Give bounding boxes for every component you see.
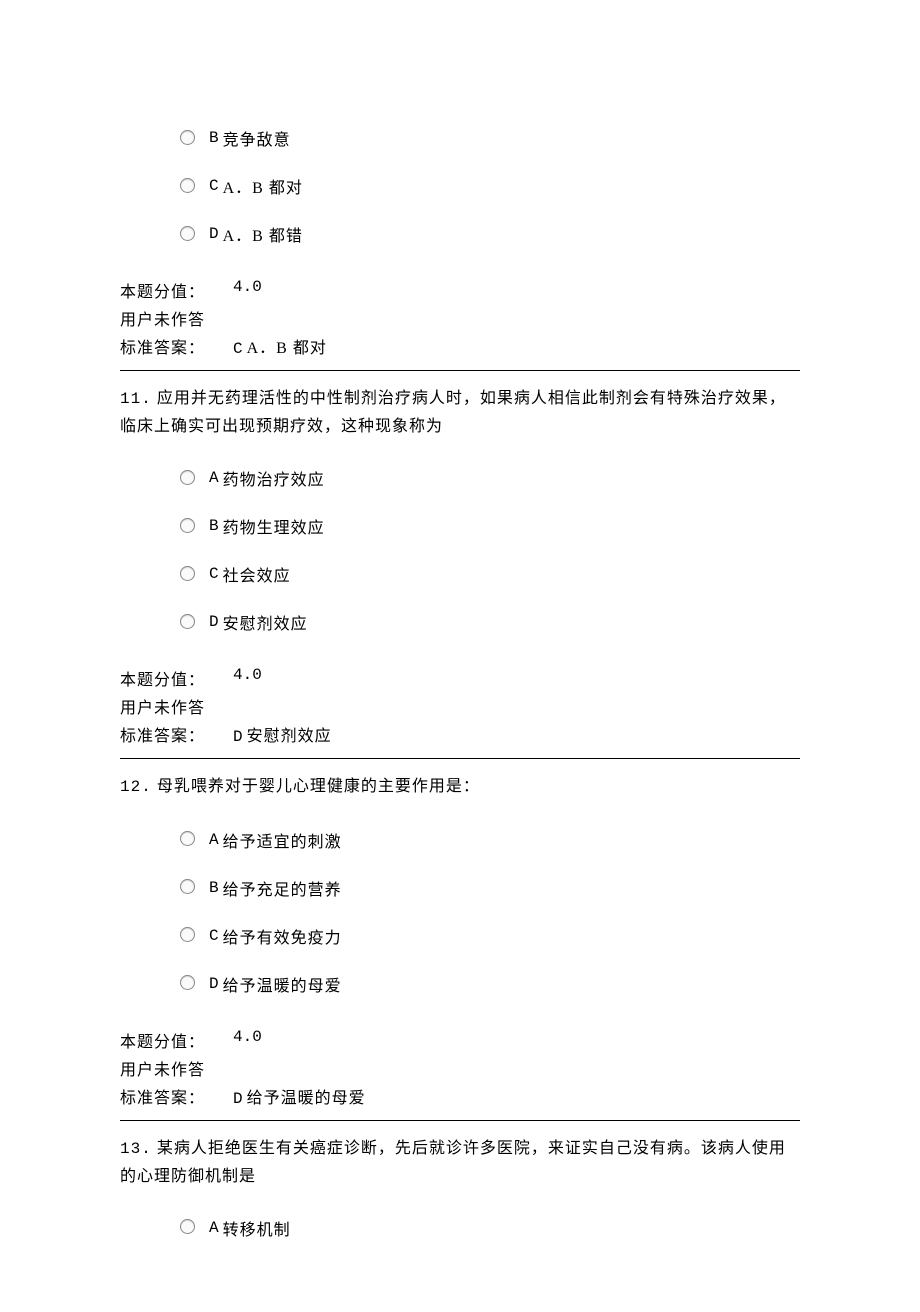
q11-options: A 药物治疗效应 B 药物生理效应 C 社会效应 D 安慰剂效应 — [120, 454, 800, 646]
radio-icon[interactable] — [180, 975, 195, 990]
option-letter: B — [209, 129, 219, 147]
question-number: 11. — [120, 390, 152, 408]
answer-text: 安慰剂效应 — [247, 728, 332, 745]
option-letter: C — [209, 177, 219, 195]
option-text: A．B 都错 — [223, 222, 303, 246]
option-letter: D — [209, 613, 219, 631]
divider — [120, 1120, 800, 1121]
divider — [120, 370, 800, 371]
option-letter: A — [209, 469, 219, 487]
answer-value: D 给予温暖的母爱 — [233, 1084, 366, 1108]
score-label: 本题分值： — [120, 1028, 205, 1052]
radio-icon[interactable] — [180, 831, 195, 846]
answer-letter: D — [233, 728, 243, 746]
unanswered-row: 用户未作答 — [120, 1054, 800, 1082]
option-text: 社会效应 — [223, 562, 291, 586]
radio-icon[interactable] — [180, 1219, 195, 1234]
score-value: 4.0 — [233, 666, 262, 690]
answer-value: D 安慰剂效应 — [233, 722, 332, 746]
q11-option-d[interactable]: D 安慰剂效应 — [120, 598, 800, 646]
q11-option-a[interactable]: A 药物治疗效应 — [120, 454, 800, 502]
answer-text: A．B 都对 — [247, 340, 327, 357]
answer-letter: D — [233, 1090, 243, 1108]
unanswered-label: 用户未作答 — [120, 306, 205, 330]
option-text: A．B 都对 — [223, 174, 303, 198]
unanswered-row: 用户未作答 — [120, 692, 800, 720]
unanswered-label: 用户未作答 — [120, 694, 205, 718]
radio-icon[interactable] — [180, 178, 195, 193]
option-text: 药物生理效应 — [223, 514, 325, 538]
answer-label: 标准答案： — [120, 334, 205, 358]
radio-icon[interactable] — [180, 226, 195, 241]
option-text: 给予充足的营养 — [223, 876, 342, 900]
score-label: 本题分值： — [120, 278, 205, 302]
option-text: 药物治疗效应 — [223, 466, 325, 490]
radio-icon[interactable] — [180, 130, 195, 145]
unanswered-label: 用户未作答 — [120, 1056, 205, 1080]
question-body: 母乳喂养对于婴儿心理健康的主要作用是： — [157, 778, 480, 795]
option-letter: A — [209, 1219, 219, 1237]
q10-meta: 本题分值： 4.0 用户未作答 标准答案： C A．B 都对 — [120, 276, 800, 360]
option-text: 给予适宜的刺激 — [223, 828, 342, 852]
option-letter: D — [209, 225, 219, 243]
q12-option-a[interactable]: A 给予适宜的刺激 — [120, 816, 800, 864]
question-number: 12. — [120, 778, 152, 796]
answer-label: 标准答案： — [120, 1084, 205, 1108]
q12-question: 12. 母乳喂养对于婴儿心理健康的主要作用是： — [120, 773, 800, 801]
answer-value: C A．B 都对 — [233, 334, 327, 358]
q13-question: 13. 某病人拒绝医生有关癌症诊断，先后就诊许多医院，来证实自己没有病。该病人使… — [120, 1135, 800, 1190]
q13-option-a[interactable]: A 转移机制 — [120, 1204, 800, 1252]
option-letter: C — [209, 927, 219, 945]
q12-meta: 本题分值： 4.0 用户未作答 标准答案： D 给予温暖的母爱 — [120, 1026, 800, 1110]
q11-meta: 本题分值： 4.0 用户未作答 标准答案： D 安慰剂效应 — [120, 664, 800, 748]
option-letter: C — [209, 565, 219, 583]
divider — [120, 758, 800, 759]
q12-option-c[interactable]: C 给予有效免疫力 — [120, 912, 800, 960]
option-letter: D — [209, 975, 219, 993]
q13-options: A 转移机制 — [120, 1204, 800, 1252]
radio-icon[interactable] — [180, 470, 195, 485]
score-row: 本题分值： 4.0 — [120, 276, 800, 304]
answer-letter: C — [233, 340, 243, 358]
option-letter: B — [209, 517, 219, 535]
q10-option-c[interactable]: C A．B 都对 — [120, 162, 800, 210]
option-text: 安慰剂效应 — [223, 610, 308, 634]
q12-option-b[interactable]: B 给予充足的营养 — [120, 864, 800, 912]
option-text: 竞争敌意 — [223, 126, 291, 150]
option-text: 转移机制 — [223, 1216, 291, 1240]
q11-question: 11. 应用并无药理活性的中性制剂治疗病人时，如果病人相信此制剂会有特殊治疗效果… — [120, 385, 800, 440]
radio-icon[interactable] — [180, 927, 195, 942]
score-value: 4.0 — [233, 278, 262, 302]
radio-icon[interactable] — [180, 879, 195, 894]
q11-option-b[interactable]: B 药物生理效应 — [120, 502, 800, 550]
unanswered-row: 用户未作答 — [120, 304, 800, 332]
score-row: 本题分值： 4.0 — [120, 664, 800, 692]
q12-option-d[interactable]: D 给予温暖的母爱 — [120, 960, 800, 1008]
radio-icon[interactable] — [180, 614, 195, 629]
option-text: 给予温暖的母爱 — [223, 972, 342, 996]
radio-icon[interactable] — [180, 566, 195, 581]
option-text: 给予有效免疫力 — [223, 924, 342, 948]
answer-text: 给予温暖的母爱 — [247, 1090, 366, 1107]
answer-row: 标准答案： D 安慰剂效应 — [120, 720, 800, 748]
option-letter: B — [209, 879, 219, 897]
answer-row: 标准答案： D 给予温暖的母爱 — [120, 1082, 800, 1110]
score-row: 本题分值： 4.0 — [120, 1026, 800, 1054]
q12-options: A 给予适宜的刺激 B 给予充足的营养 C 给予有效免疫力 D 给予温暖的母爱 — [120, 816, 800, 1008]
question-body: 应用并无药理活性的中性制剂治疗病人时，如果病人相信此制剂会有特殊治疗效果，临床上… — [120, 390, 786, 435]
q10-option-b[interactable]: B 竞争敌意 — [120, 114, 800, 162]
q11-option-c[interactable]: C 社会效应 — [120, 550, 800, 598]
answer-row: 标准答案： C A．B 都对 — [120, 332, 800, 360]
question-number: 13. — [120, 1140, 152, 1158]
page-content: B 竞争敌意 C A．B 都对 D A．B 都错 本题分值： 4.0 用户未作答… — [0, 0, 920, 1312]
q10-options: B 竞争敌意 C A．B 都对 D A．B 都错 — [120, 114, 800, 258]
answer-label: 标准答案： — [120, 722, 205, 746]
question-body: 某病人拒绝医生有关癌症诊断，先后就诊许多医院，来证实自己没有病。该病人使用的心理… — [120, 1140, 786, 1185]
score-label: 本题分值： — [120, 666, 205, 690]
radio-icon[interactable] — [180, 518, 195, 533]
q10-option-d[interactable]: D A．B 都错 — [120, 210, 800, 258]
option-letter: A — [209, 831, 219, 849]
score-value: 4.0 — [233, 1028, 262, 1052]
